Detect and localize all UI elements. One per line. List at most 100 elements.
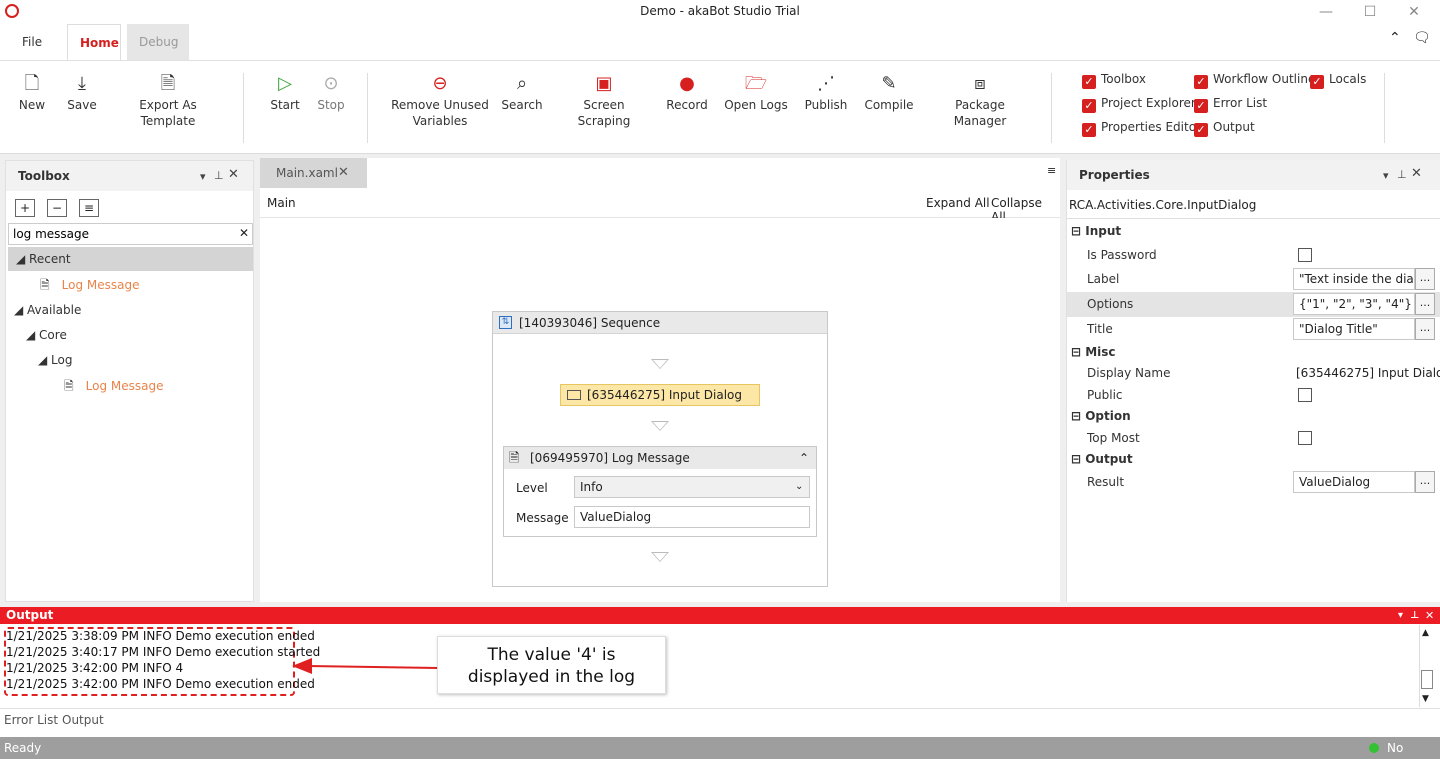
log-message-activity[interactable]: 🗎 [069495970] Log Message ⌃ Level Info ⌄… — [503, 446, 817, 537]
prop-options-label: Options — [1087, 297, 1134, 311]
tree-item-recent[interactable]: ◢ Recent — [8, 247, 253, 271]
level-dropdown[interactable]: Info ⌄ — [574, 476, 810, 498]
dropdown-icon[interactable]: ▾ — [1398, 607, 1403, 624]
output-scrollbar[interactable]: ▲ ▼ — [1419, 625, 1434, 707]
sequence-activity[interactable]: ⇅ [140393046] Sequence [635446275] Input… — [492, 311, 828, 587]
pin-icon[interactable]: ⊥ — [214, 169, 224, 182]
is-password-checkbox[interactable] — [1298, 248, 1312, 262]
package-manager-button[interactable]: ⧈ Package Manager — [928, 71, 1032, 129]
document-tab-main[interactable]: Main.xaml ✕ — [260, 158, 367, 188]
save-button[interactable]: ⤓ Save — [60, 71, 104, 113]
result-value-input[interactable]: ValueDialog — [1293, 471, 1415, 493]
collapse-ribbon-icon[interactable]: ⌃ — [1389, 30, 1401, 46]
label-expression-button[interactable]: ... — [1415, 268, 1435, 290]
options-value-input[interactable]: {"1", "2", "3", "4"} — [1293, 293, 1415, 315]
designer-panel: Main.xaml ✕ ≡ Main Expand All Collapse Al… — [260, 158, 1060, 602]
label-value-input[interactable]: "Text inside the dialo — [1293, 268, 1415, 290]
result-expression-button[interactable]: ... — [1415, 471, 1435, 493]
scroll-thumb[interactable] — [1421, 670, 1433, 689]
workflow-canvas[interactable]: ⇅ [140393046] Sequence [635446275] Input… — [260, 218, 1060, 602]
screen-scraping-icon: ▣ — [595, 73, 613, 94]
sequence-header[interactable]: ⇅ [140393046] Sequence — [493, 312, 827, 334]
export-template-button[interactable]: 🗎 Export As Template — [113, 71, 223, 129]
top-most-checkbox[interactable] — [1298, 431, 1312, 445]
section-output[interactable]: ⊟ Output — [1067, 449, 1440, 470]
pin-icon[interactable]: ⊥ — [1410, 607, 1419, 624]
tab-output[interactable]: Output — [62, 713, 104, 727]
output-log[interactable]: 1/21/2025 3:38:09 PM INFO Demo execution… — [6, 628, 320, 692]
close-icon[interactable]: ✕ — [228, 167, 239, 182]
expand-all-icon[interactable]: + — [15, 199, 35, 217]
expand-all-link[interactable]: Expand All — [926, 196, 990, 210]
tab-home[interactable]: Home — [67, 24, 121, 60]
tree-item-core[interactable]: ◢ Core — [26, 323, 67, 347]
tree-item-recent-log-message[interactable]: 🗎 Log Message — [40, 273, 140, 297]
maximize-button[interactable]: ☐ — [1348, 0, 1392, 24]
record-button[interactable]: ● Record — [664, 71, 710, 113]
publish-button[interactable]: ⋰ Publish — [802, 71, 850, 113]
collapse-box-icon: ⊟ — [1071, 345, 1086, 359]
collapse-box-icon: ⊟ — [1071, 452, 1086, 466]
minimize-button[interactable]: — — [1304, 0, 1348, 24]
message-input[interactable]: ValueDialog — [574, 506, 810, 528]
tab-debug[interactable]: Debug — [127, 24, 189, 60]
toggle-output[interactable]: ✓ Output — [1194, 120, 1255, 137]
document-tab-label: Main.xaml — [276, 166, 338, 180]
new-button[interactable]: 🗋 New — [10, 71, 54, 113]
pin-icon[interactable]: ⊥ — [1397, 168, 1407, 181]
callout-line-1: The value '4' is — [487, 645, 616, 665]
remove-unused-variables-button[interactable]: ⊖ Remove Unused Variables — [390, 71, 490, 129]
close-button[interactable]: ✕ — [1392, 0, 1436, 24]
start-button[interactable]: ▷ Start — [264, 71, 306, 113]
toggle-toolbox[interactable]: ✓ Toolbox — [1082, 72, 1146, 89]
toolbox-search-input[interactable] — [8, 223, 253, 245]
compile-button[interactable]: ✎ Compile — [862, 71, 916, 113]
dropdown-icon[interactable]: ▾ — [1383, 169, 1389, 182]
recent-log-message-label: Log Message — [61, 278, 140, 292]
bottom-tab-bar: Error List Output — [0, 708, 1440, 737]
list-view-icon[interactable]: ≡ — [79, 199, 99, 217]
remove-unused-label: Remove Unused — [391, 98, 489, 112]
breadcrumb[interactable]: Main — [267, 196, 296, 210]
display-name-value[interactable]: [635446275] Input Dialog — [1296, 362, 1440, 384]
close-icon[interactable]: ✕ — [1425, 607, 1434, 624]
tab-file[interactable]: File — [10, 24, 54, 60]
record-icon: ● — [679, 73, 695, 94]
tree-item-log-message[interactable]: 🗎 Log Message — [64, 374, 164, 398]
section-input[interactable]: ⊟ Input — [1067, 219, 1440, 243]
sequence-title: [140393046] Sequence — [519, 316, 661, 330]
title-expression-button[interactable]: ... — [1415, 318, 1435, 340]
scroll-up-icon[interactable]: ▲ — [1422, 628, 1429, 638]
toggle-project-explorer[interactable]: ✓ Project Explorer — [1082, 96, 1196, 113]
activity-type: RCA.Activities.Core.InputDialog — [1069, 198, 1257, 212]
screen-scraping-label: Screen Scraping — [577, 98, 631, 128]
section-option[interactable]: ⊟ Option — [1067, 406, 1440, 427]
tab-error-list[interactable]: Error List — [4, 713, 58, 727]
dropdown-icon[interactable]: ▾ — [200, 170, 206, 183]
collapse-all-icon[interactable]: − — [47, 199, 67, 217]
close-icon[interactable]: ✕ — [1411, 166, 1422, 181]
scroll-down-icon[interactable]: ▼ — [1422, 694, 1429, 704]
tree-item-available[interactable]: ◢ Available — [14, 298, 81, 322]
open-logs-button[interactable]: 🗁 Open Logs — [724, 71, 788, 113]
toggle-properties-editor[interactable]: ✓ Properties Editor — [1082, 120, 1201, 137]
toggle-error-list[interactable]: ✓ Error List — [1194, 96, 1267, 113]
close-tab-icon[interactable]: ✕ — [338, 158, 349, 188]
clear-search-icon[interactable]: ✕ — [239, 226, 249, 240]
toggle-properties-editor-label: Properties Editor — [1101, 120, 1201, 134]
search-button[interactable]: ⌕ Search — [499, 71, 545, 113]
input-dialog-activity[interactable]: [635446275] Input Dialog — [560, 384, 760, 406]
section-misc[interactable]: ⊟ Misc — [1067, 342, 1440, 362]
toggle-workflow-outline[interactable]: ✓ Workflow Outline — [1194, 72, 1315, 89]
notifications-icon[interactable]: 🗨 — [1413, 30, 1431, 46]
collapse-up-icon[interactable]: ⌃ — [799, 447, 809, 469]
stop-button[interactable]: ⊙ Stop — [310, 71, 352, 113]
overflow-menu-icon[interactable]: ≡ — [1047, 164, 1056, 177]
screen-scraping-button[interactable]: ▣ Screen Scraping — [558, 71, 650, 129]
options-expression-button[interactable]: ... — [1415, 293, 1435, 315]
toggle-locals[interactable]: ✓ Locals — [1310, 72, 1366, 89]
public-checkbox[interactable] — [1298, 388, 1312, 402]
log-message-header[interactable]: 🗎 [069495970] Log Message ⌃ — [504, 447, 816, 469]
title-value-input[interactable]: "Dialog Title" — [1293, 318, 1415, 340]
tree-item-log[interactable]: ◢ Log — [38, 348, 72, 372]
